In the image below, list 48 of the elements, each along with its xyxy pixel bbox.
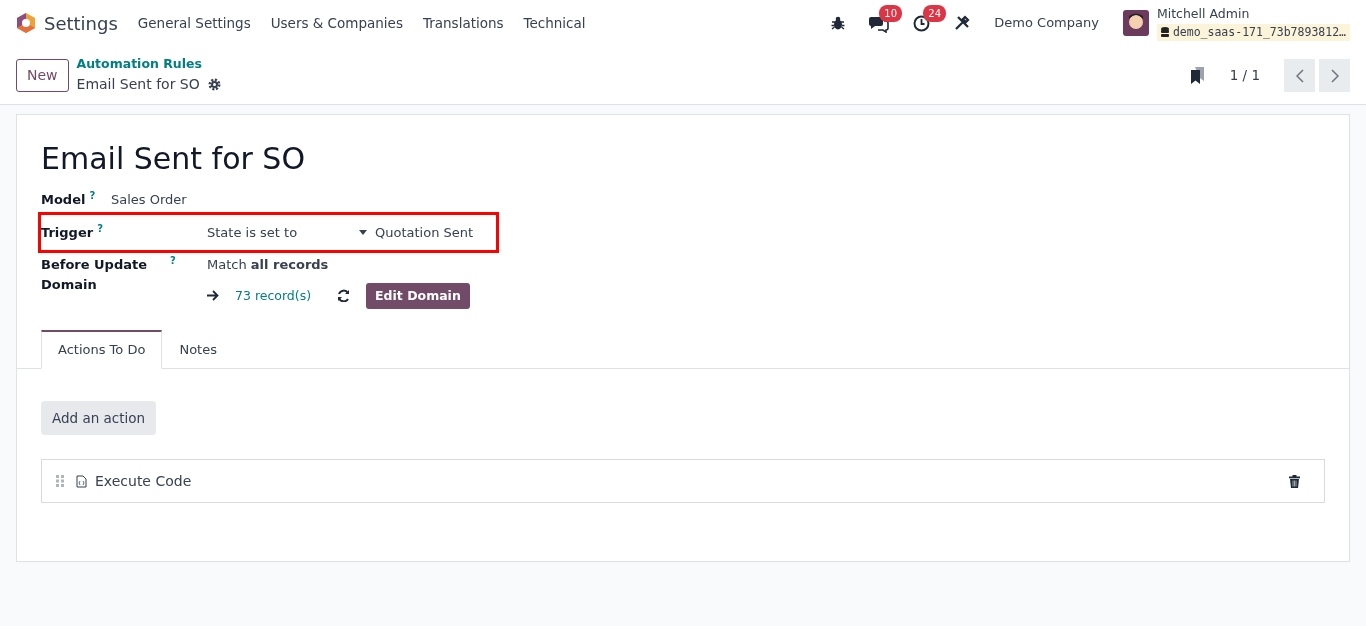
pager-value[interactable]: 1 / 1 <box>1229 64 1260 86</box>
drag-handle-icon[interactable] <box>56 475 64 487</box>
user-name[interactable]: Mitchell Admin <box>1156 5 1350 24</box>
chevron-right-icon <box>1330 68 1339 83</box>
app-logo-icon[interactable] <box>16 12 36 34</box>
records-link[interactable]: 73 record(s) <box>235 286 312 306</box>
field-label: Trigger <box>41 223 94 242</box>
tab[interactable]: Notes <box>162 330 234 369</box>
menu-item[interactable]: General Settings <box>137 12 251 34</box>
domain-summary: Match all records <box>207 256 330 274</box>
database-name: demo_saas-171_73b7893812… <box>1156 23 1350 41</box>
app-title[interactable]: Settings <box>44 9 118 37</box>
breadcrumb-link[interactable]: Automation Rules <box>76 55 221 74</box>
clock-icon[interactable] <box>913 15 931 33</box>
help-tooltip[interactable]: ? <box>97 222 103 235</box>
company-switcher[interactable]: Demo Company <box>994 13 1099 33</box>
avatar-icon[interactable] <box>1122 10 1149 36</box>
record-title: Email Sent for SO <box>41 141 307 177</box>
refresh-icon[interactable] <box>337 289 351 303</box>
help-tooltip[interactable]: ? <box>89 190 96 202</box>
help-tooltip[interactable]: ? <box>170 255 176 267</box>
arrow-right-icon <box>207 290 219 302</box>
select-field[interactable]: State is set to <box>207 222 367 242</box>
menu-item[interactable]: Technical <box>523 12 586 34</box>
caret-icon <box>359 229 367 235</box>
database-icon <box>1160 27 1169 38</box>
field-label: Before Update Domain <box>41 256 149 294</box>
field-label: Model <box>41 191 86 209</box>
menu-item[interactable]: Users & Companies <box>270 12 403 34</box>
new-button[interactable]: New <box>16 58 69 92</box>
field-value: Sales Order <box>111 191 187 209</box>
settings-icon[interactable] <box>207 77 221 91</box>
edit-domain-button[interactable]: Edit Domain <box>366 282 470 310</box>
chevron-left-icon <box>1295 68 1304 83</box>
bug-icon[interactable] <box>831 16 846 30</box>
action-row[interactable]: Execute Code <box>41 459 1325 503</box>
trash-icon[interactable] <box>1289 474 1300 488</box>
add-action-button[interactable]: Add an action <box>41 400 157 435</box>
menu-item[interactable]: Translations <box>422 12 504 34</box>
record-name: Email Sent for SO <box>76 74 200 94</box>
select-field[interactable]: Quotation Sent <box>375 222 474 242</box>
bookmark-icon[interactable] <box>1189 66 1206 84</box>
tab[interactable]: Actions To Do <box>41 330 163 369</box>
count-badge: 10 <box>879 5 903 23</box>
count-badge: 24 <box>923 5 947 23</box>
code-file-icon <box>76 474 87 488</box>
tools-icon[interactable] <box>954 15 971 31</box>
action-label: Execute Code <box>95 471 192 491</box>
